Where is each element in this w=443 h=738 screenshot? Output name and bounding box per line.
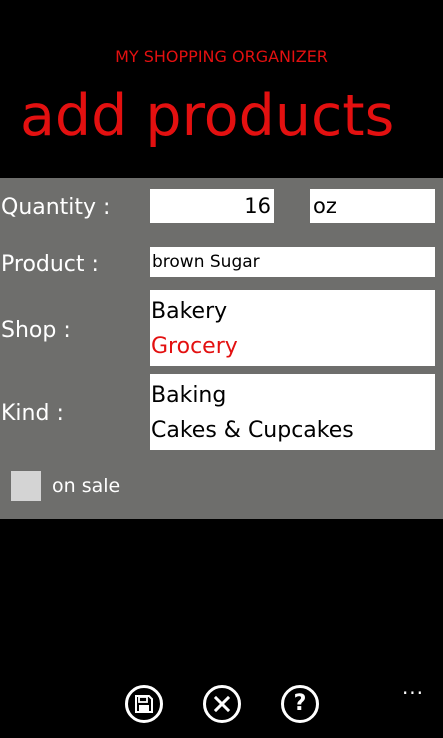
more-options-icon[interactable]: ... [398, 677, 428, 697]
kind-list[interactable]: Baking Cakes & Cupcakes [150, 374, 435, 450]
shop-label: Shop : [1, 318, 71, 343]
question-icon: ? [293, 691, 307, 716]
app-bar: ? ... [0, 677, 443, 738]
floppy-disk-icon [135, 695, 153, 713]
quantity-input[interactable]: 16 [150, 189, 274, 223]
shop-option-bakery[interactable]: Bakery [150, 294, 435, 329]
cancel-button[interactable] [203, 685, 241, 723]
on-sale-checkbox[interactable] [11, 471, 41, 501]
kind-option-cakes-cupcakes[interactable]: Cakes & Cupcakes [150, 413, 435, 448]
product-input[interactable]: brown Sugar [150, 247, 435, 277]
unit-input[interactable]: oz [310, 189, 435, 223]
kind-label: Kind : [1, 401, 64, 426]
quantity-label: Quantity : [1, 195, 111, 220]
product-form: Quantity : 16 oz Product : brown Sugar S… [0, 178, 443, 519]
app-title: MY SHOPPING ORGANIZER [115, 47, 328, 66]
shop-list[interactable]: Bakery Grocery [150, 290, 435, 366]
kind-option-baking[interactable]: Baking [150, 378, 435, 413]
page-title: add products [20, 83, 395, 149]
product-label: Product : [1, 252, 99, 277]
help-button[interactable]: ? [281, 685, 319, 723]
save-button[interactable] [125, 685, 163, 723]
close-icon [214, 696, 230, 712]
on-sale-label[interactable]: on sale [52, 474, 120, 498]
shop-option-grocery[interactable]: Grocery [150, 329, 435, 364]
